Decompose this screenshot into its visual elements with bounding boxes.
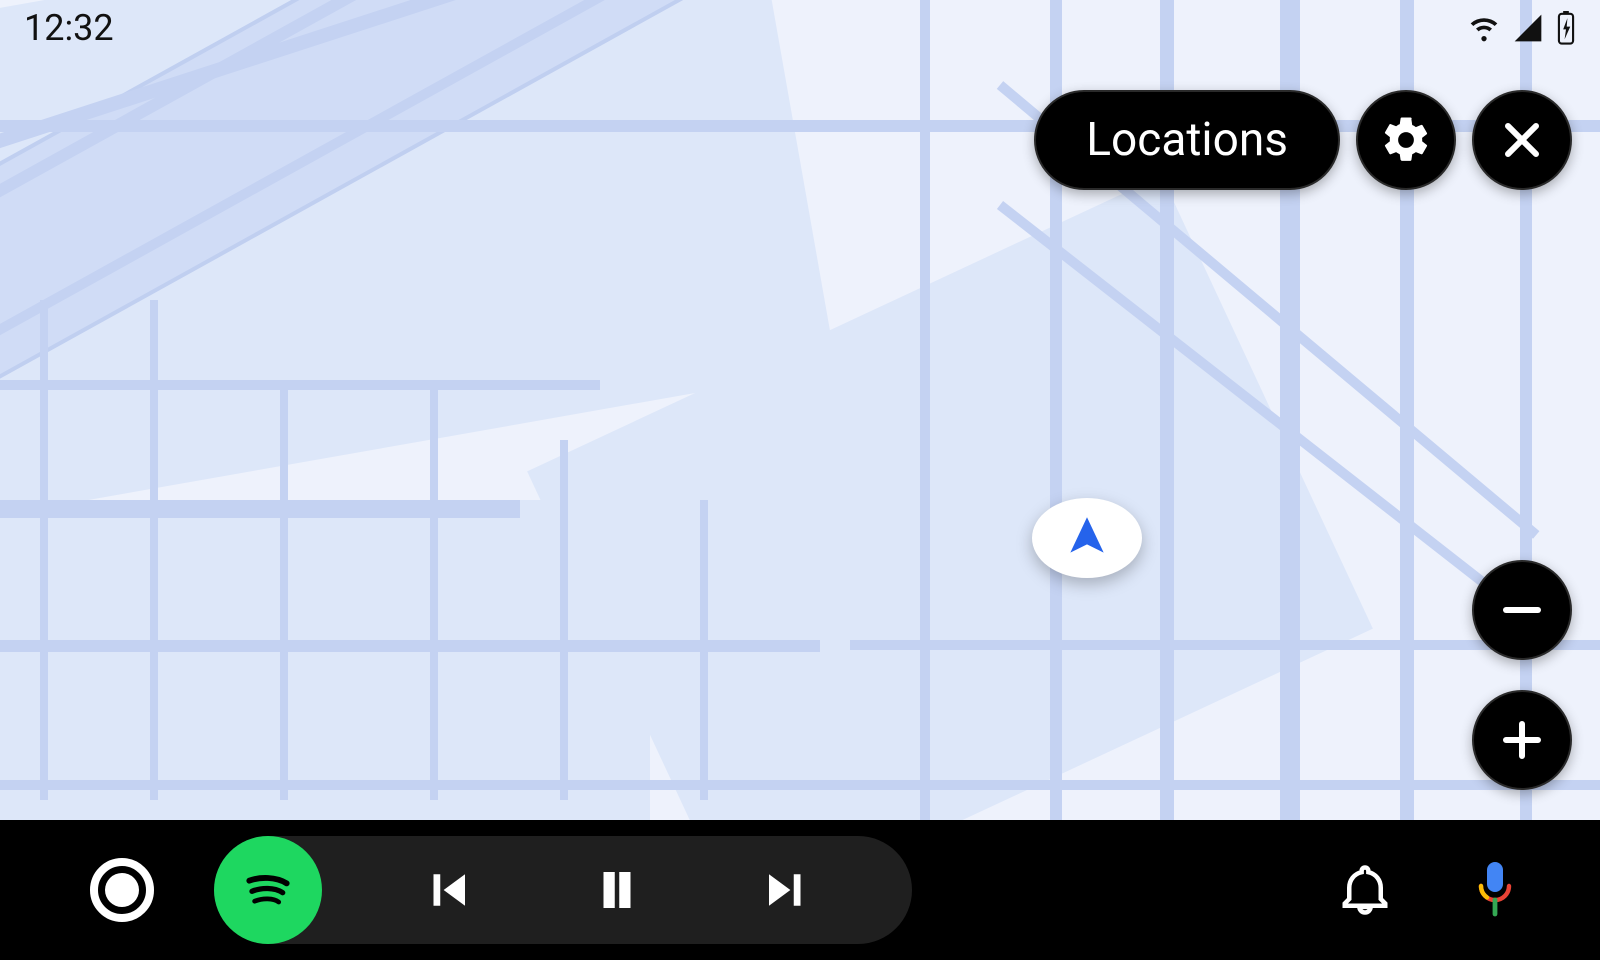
voice-assistant-button[interactable] (1450, 860, 1540, 920)
zoom-out-button[interactable] (1472, 560, 1572, 660)
app-launcher-button[interactable] (90, 858, 154, 922)
zoom-in-button[interactable] (1472, 690, 1572, 790)
close-icon (1498, 116, 1546, 164)
skip-previous-icon (420, 863, 474, 917)
skip-next-icon (760, 863, 814, 917)
status-icons (1468, 11, 1576, 45)
zoom-controls (1472, 560, 1572, 790)
pause-button[interactable] (552, 863, 682, 917)
battery-charging-icon (1556, 11, 1576, 45)
wifi-icon (1468, 12, 1500, 44)
top-controls: Locations (1034, 90, 1572, 190)
next-track-button[interactable] (722, 863, 852, 917)
screen: 12:32 Locations (0, 0, 1600, 960)
map-road (700, 500, 708, 800)
voice-assistant-icon (1470, 860, 1520, 920)
launcher-icon (105, 873, 139, 907)
minus-icon (1498, 586, 1546, 634)
spotify-app-button[interactable] (214, 836, 322, 944)
map-road (0, 500, 520, 518)
spotify-icon (236, 858, 300, 922)
pause-icon (590, 863, 644, 917)
clock: 12:32 (24, 7, 114, 49)
locations-button[interactable]: Locations (1034, 90, 1340, 190)
notifications-button[interactable] (1320, 863, 1410, 917)
bottom-nav-bar (0, 820, 1600, 960)
locations-label: Locations (1086, 113, 1288, 167)
map-road (40, 300, 48, 800)
map-road (0, 640, 820, 652)
settings-button[interactable] (1356, 90, 1456, 190)
previous-track-button[interactable] (382, 863, 512, 917)
map-road (430, 380, 438, 800)
status-bar: 12:32 (0, 0, 1600, 56)
map-road (560, 440, 568, 800)
cell-signal-icon (1512, 12, 1544, 44)
map-road (0, 380, 600, 390)
map-road (920, 0, 930, 960)
close-button[interactable] (1472, 90, 1572, 190)
navigation-arrow-icon (1062, 511, 1112, 561)
current-location-marker[interactable] (1032, 498, 1142, 578)
notifications-icon (1338, 863, 1392, 917)
gear-icon (1379, 113, 1433, 167)
map-road (150, 300, 158, 800)
plus-icon (1498, 716, 1546, 764)
media-controls (214, 836, 912, 944)
map-road (280, 380, 288, 800)
map-road (0, 780, 1600, 790)
